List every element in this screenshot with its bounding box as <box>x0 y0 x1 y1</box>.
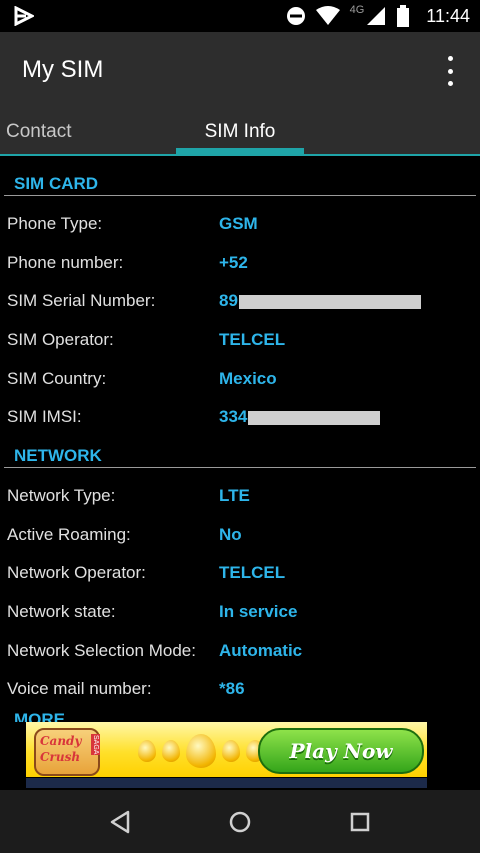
label-sim-operator: SIM Operator: <box>7 330 114 349</box>
label-network-operator: Network Operator: <box>7 563 146 582</box>
clock: 11:44 <box>426 5 470 26</box>
recent-apps-icon[interactable] <box>342 804 378 840</box>
label-phone-number: Phone number: <box>7 253 124 272</box>
home-icon[interactable] <box>222 804 258 840</box>
section-header-partial: MORE <box>14 712 66 722</box>
tab-contact[interactable]: Contact <box>6 108 71 156</box>
do-not-disturb-icon <box>286 7 305 25</box>
value-sim-imsi: 334 <box>219 407 248 426</box>
ad-logo-tag: SAGA <box>91 734 100 756</box>
overflow-dot <box>447 68 453 74</box>
notification-play-icon <box>14 6 34 26</box>
overflow-menu-icon[interactable] <box>440 56 460 86</box>
value-phone-number: +52 <box>219 253 248 272</box>
drop-icon <box>186 734 216 768</box>
status-icons: 4G 11:44 <box>286 0 470 32</box>
value-active-roaming: No <box>219 525 242 544</box>
label-network-selection-mode: Network Selection Mode: <box>7 641 196 660</box>
redaction-bar <box>238 294 421 309</box>
ad-logo-line1: Candy <box>40 734 82 748</box>
label-network-type: Network Type: <box>7 486 116 505</box>
redaction-bar <box>248 410 381 425</box>
section-header-more: MORE <box>14 712 65 722</box>
app-title: My SIM <box>22 56 104 83</box>
value-sim-operator: TELCEL <box>219 330 286 349</box>
back-icon[interactable] <box>102 804 138 840</box>
ad-area: Candy Crush SAGA Play Now <box>0 722 480 790</box>
value-sim-country: Mexico <box>219 369 277 388</box>
value-network-state: In service <box>219 602 298 621</box>
value-network-selection-mode: Automatic <box>219 641 303 660</box>
cell-signal-icon <box>367 7 386 25</box>
status-bar: 4G 11:44 <box>0 0 480 32</box>
navigation-bar <box>0 790 480 853</box>
drop-icon <box>222 740 240 762</box>
wifi-icon <box>315 6 340 25</box>
value-network-type: LTE <box>219 486 250 505</box>
sim-info-content[interactable]: SIM CARD Phone Type: GSM Phone number: +… <box>0 156 480 722</box>
section-divider <box>4 195 476 196</box>
label-sim-imsi: SIM IMSI: <box>7 407 82 426</box>
value-sim-serial-row: 89 <box>219 291 421 311</box>
value-network-operator: TELCEL <box>219 563 286 582</box>
network-label: 4G <box>349 4 365 16</box>
section-header-sim-card: SIM CARD <box>14 174 99 193</box>
value-phone-type: GSM <box>219 214 258 233</box>
label-phone-type: Phone Type: <box>7 214 103 233</box>
label-sim-serial: SIM Serial Number: <box>7 291 156 310</box>
label-sim-country: SIM Country: <box>7 369 107 388</box>
battery-icon <box>397 5 410 27</box>
drop-icon <box>162 740 180 762</box>
label-active-roaming: Active Roaming: <box>7 525 131 544</box>
ad-banner[interactable]: Candy Crush SAGA Play Now <box>26 722 427 777</box>
value-voice-mail-number: *86 <box>219 679 245 698</box>
ad-logo-line2: Crush <box>40 750 81 764</box>
overflow-dot <box>447 81 453 86</box>
label-network-state: Network state: <box>7 602 116 621</box>
label-voice-mail-number: Voice mail number: <box>7 679 152 698</box>
app-bar: My SIM <box>0 32 480 108</box>
drop-icon <box>138 740 156 762</box>
ad-play-now-button[interactable]: Play Now <box>258 728 424 774</box>
value-sim-serial: 89 <box>219 291 238 310</box>
value-sim-imsi-row: 334 <box>219 407 381 427</box>
overflow-dot <box>447 56 453 61</box>
ad-bottom-strip <box>26 778 427 788</box>
section-header-network: NETWORK <box>14 446 102 465</box>
section-divider <box>4 467 476 468</box>
candy-crush-logo: Candy Crush SAGA <box>34 728 100 776</box>
ad-drops-graphic <box>138 734 264 768</box>
